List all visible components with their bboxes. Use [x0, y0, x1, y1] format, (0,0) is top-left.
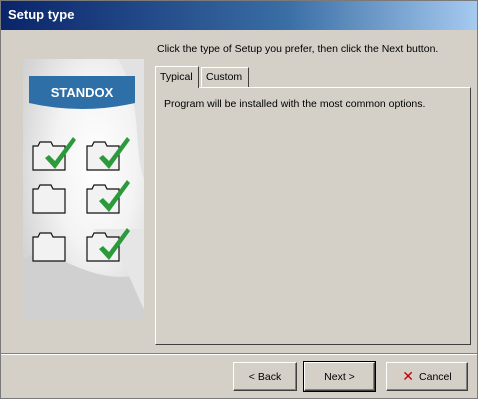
back-button-label: < Back [248, 370, 282, 383]
standox-logo: STANDOX [29, 76, 135, 109]
next-button[interactable]: Next > [303, 361, 376, 392]
tab-typical[interactable]: Typical [155, 66, 199, 88]
instruction-text: Click the type of Setup you prefer, then… [157, 43, 439, 55]
tab-panel: Program will be installed with the most … [155, 87, 471, 345]
svg-text:STANDOX: STANDOX [51, 85, 114, 100]
cancel-button[interactable]: ✕ Cancel [386, 362, 468, 391]
footer-separator [1, 353, 477, 355]
back-button[interactable]: < Back [233, 362, 297, 391]
tab-typical-label: Typical [160, 71, 193, 83]
setup-dialog: Setup type Click the type of Setup you p… [0, 0, 478, 399]
tab-custom[interactable]: Custom [201, 67, 249, 87]
next-button-label: Next > [324, 370, 355, 383]
cancel-x-icon: ✕ [402, 368, 415, 384]
branding-image: STANDOX [23, 59, 144, 319]
window-title: Setup type [8, 7, 75, 22]
branding-graphic: STANDOX [23, 59, 144, 319]
title-bar: Setup type [1, 1, 477, 30]
setup-type-description: Program will be installed with the most … [164, 98, 426, 110]
cancel-button-label: Cancel [419, 370, 452, 383]
tab-custom-label: Custom [206, 71, 243, 83]
